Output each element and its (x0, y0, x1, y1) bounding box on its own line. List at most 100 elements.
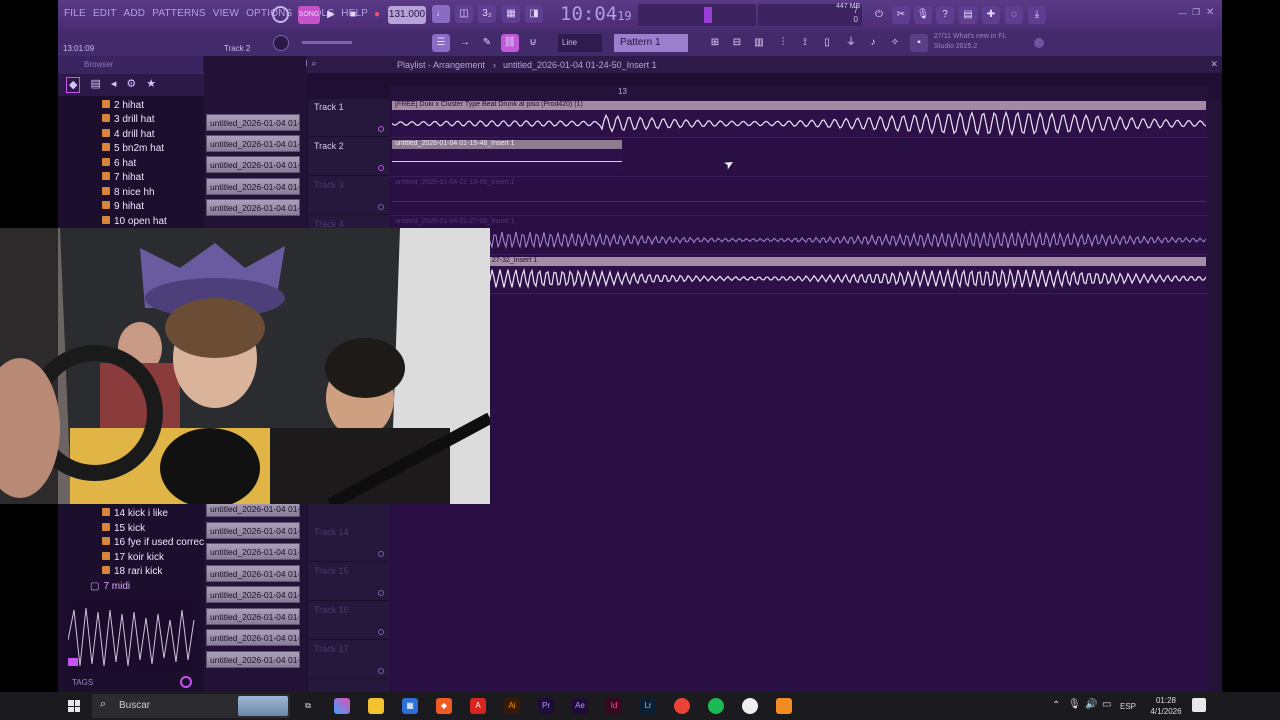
track-led-icon[interactable] (378, 551, 384, 557)
browser-item[interactable]: 5 bn2m hat (102, 143, 164, 154)
track-led-icon[interactable] (378, 629, 384, 635)
browser-item[interactable]: 7 hihat (102, 172, 144, 183)
browser-star-icon[interactable]: ★ (146, 77, 156, 93)
clip-source[interactable]: untitled_2026-01-04 01- (206, 114, 300, 131)
audio-clip[interactable]: untitled_2026-01-04 01-19-56_Insert 1 (392, 179, 1206, 213)
audio-clip[interactable]: [FREE] Duki x Cluster Type Beat Drunk al… (392, 101, 1206, 137)
chat-icon[interactable]: ◌ (1005, 6, 1023, 24)
after-effects-icon[interactable]: Ae (572, 698, 588, 714)
graph-icon[interactable]: ⟟ (796, 34, 814, 52)
arrangement-area[interactable]: [FREE] Duki x Cluster Type Beat Drunk al… (390, 99, 1208, 692)
clip-source[interactable]: untitled_2026-01-04 01- (206, 543, 300, 560)
menu-patterns[interactable]: PATTERNS (152, 8, 205, 19)
blend-icon[interactable]: ◨ (525, 5, 543, 23)
indesign-icon[interactable]: Id (606, 698, 622, 714)
browser-item[interactable]: 8 nice hh (102, 187, 155, 198)
browser-tags[interactable]: TAGS (72, 678, 93, 687)
notification-icon[interactable] (1192, 698, 1206, 712)
play-icon[interactable]: ▶ (322, 6, 340, 24)
clip-source[interactable]: untitled_2026-01-04 01- (206, 565, 300, 582)
news-next-icon[interactable] (1034, 38, 1044, 48)
playlist-icon[interactable]: ☰ (432, 34, 450, 52)
tray-language[interactable]: ESP (1120, 702, 1136, 711)
tray-clock[interactable]: 01:28 4/1/2026 (1146, 695, 1186, 717)
task-view-icon[interactable]: ⧉ (300, 698, 316, 714)
illustrator-icon[interactable]: Ai (504, 698, 520, 714)
eq-icon[interactable]: ⫶ (774, 34, 792, 52)
magnet-icon[interactable]: ⊍ (524, 34, 542, 52)
acrobat-icon[interactable]: A (470, 698, 486, 714)
audio-clip[interactable]: 27-32_Insert 1 (392, 257, 1206, 291)
clip-source[interactable]: untitled_2026-01-04 01- (206, 522, 300, 539)
timeline-ruler[interactable]: 13 (390, 86, 1208, 99)
track-header[interactable]: Track 2 (308, 138, 390, 176)
plugin-icon[interactable]: ✚ (982, 6, 1000, 24)
browser-item[interactable]: 14 kick i like (102, 508, 168, 519)
clip-source[interactable]: untitled_2026-01-04 01- (206, 135, 300, 152)
clip-source[interactable]: untitled_2026-01-04 01- (206, 199, 300, 216)
scissors-icon[interactable]: ✂ (892, 6, 910, 24)
clip-source[interactable]: untitled_2026-01-04 01- (206, 629, 300, 646)
tune-icon[interactable]: ♪ (864, 34, 882, 52)
record-icon[interactable]: ● (368, 6, 386, 24)
pencil-icon[interactable]: ✎ (478, 34, 496, 52)
browser-search-icon[interactable] (180, 676, 192, 688)
tray-speaker-icon[interactable]: 🔊 (1085, 699, 1097, 710)
clip-source[interactable]: untitled_2026-01-04 01- (206, 156, 300, 173)
brave-icon[interactable]: ◆ (436, 698, 452, 714)
main-volume-knob-icon[interactable] (273, 35, 289, 51)
browser-item[interactable]: 16 fye if used correctly (102, 537, 214, 548)
audio-clip[interactable]: untitled_2026-01-04 01-27-06_Insert 1 (392, 218, 1206, 252)
premiere-icon[interactable]: Pr (538, 698, 554, 714)
track-header[interactable]: Track 17 (308, 641, 390, 679)
track-led-icon[interactable] (378, 126, 384, 132)
chrome-icon[interactable] (674, 698, 690, 714)
browser-folder[interactable]: ▢ 7 midi (90, 581, 130, 592)
clip-source[interactable]: untitled_2026-01-04 01- (206, 178, 300, 195)
window-restore-icon[interactable]: ❐ (1192, 7, 1200, 18)
playlist-close-icon[interactable]: ✕ (1210, 59, 1218, 70)
clip-source[interactable]: untitled_2026-01-04 01- (206, 586, 300, 603)
track-led-icon[interactable] (378, 668, 384, 674)
snap-select[interactable]: Line (558, 34, 602, 52)
track-led-icon[interactable] (378, 204, 384, 210)
mixer-icon[interactable]: ⊞ (706, 34, 724, 52)
news-panel[interactable]: 27/11 What's new in FL Studio 2025.2 (934, 32, 1044, 54)
browser-item[interactable]: 15 kick (102, 523, 145, 534)
browser-item[interactable]: 10 open hat (102, 216, 167, 227)
browser-item[interactable]: 3 drill hat (102, 114, 155, 125)
track-led-icon[interactable] (378, 590, 384, 596)
file-icon[interactable]: ▯ (818, 34, 836, 52)
start-icon[interactable] (68, 700, 80, 712)
browser-item[interactable]: 2 hihat (102, 100, 144, 111)
store-icon[interactable]: ▦ (402, 698, 418, 714)
browser-item[interactable]: 9 hihat (102, 201, 144, 212)
song-mode-button[interactable]: SONG (298, 6, 320, 24)
fl-studio-icon[interactable] (776, 698, 792, 714)
piano-roll-icon[interactable]: ▥ (750, 34, 768, 52)
metronome-icon[interactable]: ♩ (432, 5, 450, 23)
track-led-icon[interactable] (378, 165, 384, 171)
browser-gear-icon[interactable]: ⚙ (126, 77, 136, 93)
track-header[interactable]: Track 1 (308, 99, 390, 137)
track-header[interactable]: Track 3 (308, 177, 390, 215)
browser-back-icon[interactable]: ◂ (111, 77, 117, 93)
browser-item[interactable]: 18 rari kick (102, 566, 162, 577)
tray-mic-icon[interactable]: 🎙 (1068, 699, 1081, 710)
countdown-icon[interactable]: 3₂ (478, 5, 496, 23)
browser-folder-icon[interactable]: ▤ (90, 77, 100, 93)
power-icon[interactable]: ⏻ (870, 6, 888, 24)
window-close-icon[interactable]: ✕ (1206, 7, 1214, 18)
browser-item[interactable]: 4 drill hat (102, 129, 155, 140)
tray-chevron-icon[interactable]: ⌃ (1052, 700, 1060, 711)
link-icon[interactable]: ⛓ (501, 34, 519, 52)
step-edit-icon[interactable]: ▦ (502, 5, 520, 23)
lightroom-icon[interactable]: Lr (640, 698, 656, 714)
transport-knob-icon[interactable] (272, 6, 289, 23)
save-icon[interactable]: ▤ (959, 6, 977, 24)
clip-source[interactable]: untitled_2026-01-04 01- (206, 608, 300, 625)
tray-network-icon[interactable]: ▭ (1102, 699, 1111, 710)
browser-all-icon[interactable]: ◆ (66, 77, 81, 93)
app-icon[interactable] (742, 698, 758, 714)
channel-rack-icon[interactable]: ⊟ (728, 34, 746, 52)
